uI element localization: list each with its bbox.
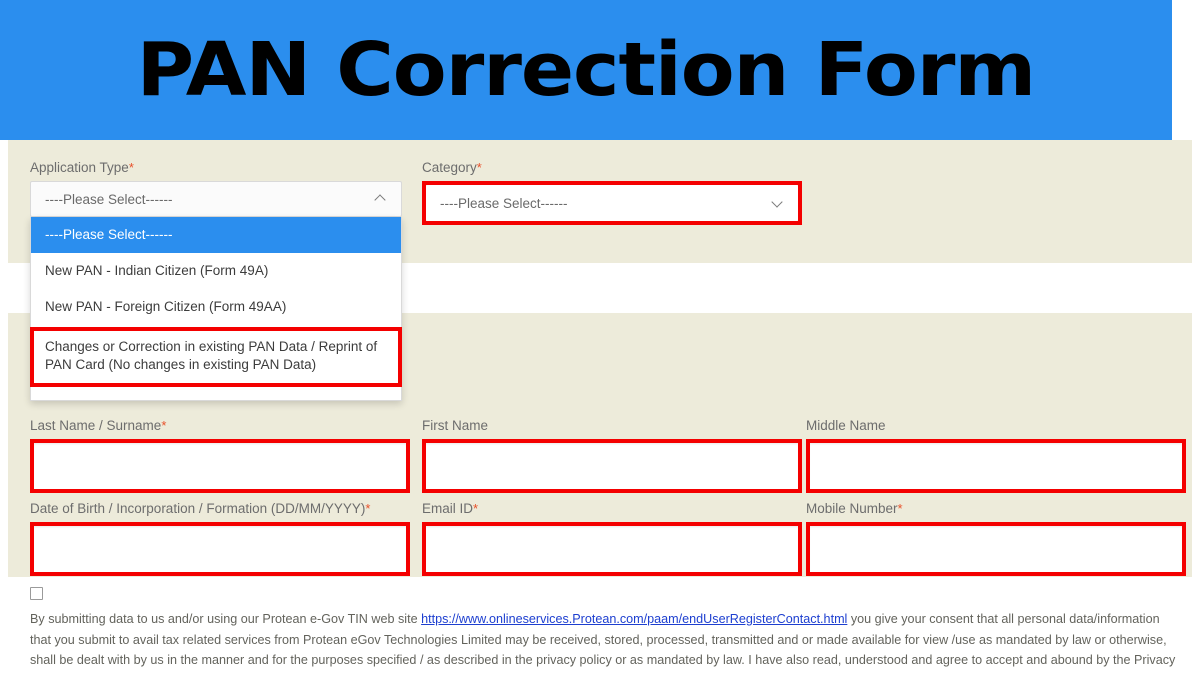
required-marker: * [161, 418, 167, 433]
dropdown-option-changes-or-correction[interactable]: Changes or Correction in existing PAN Da… [30, 327, 402, 387]
category-label-text: Category [422, 160, 477, 175]
application-type-label-text: Application Type [30, 160, 129, 175]
consent-checkbox[interactable] [30, 587, 43, 600]
required-marker: * [476, 160, 482, 175]
application-type-dropdown-list[interactable]: ----Please Select------ New PAN - Indian… [30, 217, 402, 401]
field-application-type: Application Type* ----Please Select-----… [30, 160, 402, 401]
email-id-label-text: Email ID [422, 501, 474, 516]
first-name-highlight-box [422, 439, 802, 493]
mobile-number-input[interactable] [810, 526, 1182, 572]
page-header-banner: PAN Correction Form [0, 0, 1172, 140]
application-type-label: Application Type* [30, 160, 402, 176]
email-id-input[interactable] [426, 526, 798, 572]
page-title: PAN Correction Form [136, 27, 1037, 113]
consent-text: By submitting data to us and/or using ou… [30, 609, 1178, 675]
date-of-birth-label-text: Date of Birth / Incorporation / Formatio… [30, 501, 366, 516]
field-last-name: Last Name / Surname* [30, 418, 410, 493]
mobile-number-highlight-box [806, 522, 1186, 576]
middle-name-highlight-box [806, 439, 1186, 493]
chevron-up-icon[interactable] [376, 194, 387, 205]
middle-name-label-text: Middle Name [806, 418, 886, 433]
last-name-label: Last Name / Surname* [30, 418, 410, 434]
middle-name-label: Middle Name [806, 418, 1186, 434]
first-name-label-text: First Name [422, 418, 489, 433]
chevron-down-icon[interactable] [773, 198, 784, 209]
dropdown-option-please-select[interactable]: ----Please Select------ [31, 217, 401, 253]
mobile-number-label-text: Mobile Number [806, 501, 898, 516]
category-selected-value: ----Please Select------ [440, 195, 568, 211]
email-id-label: Email ID* [422, 501, 802, 517]
last-name-label-text: Last Name / Surname [30, 418, 162, 433]
consent-text-part-1: By submitting data to us and/or using ou… [30, 612, 422, 626]
required-marker: * [473, 501, 479, 516]
category-label: Category* [422, 160, 802, 176]
consent-link-registration[interactable]: https://www.onlineservices.Protean.com/p… [421, 612, 847, 626]
required-marker: * [897, 501, 903, 516]
middle-name-input[interactable] [810, 443, 1182, 489]
first-name-label: First Name [422, 418, 802, 434]
field-mobile-number: Mobile Number* [806, 501, 1186, 576]
date-of-birth-highlight-box [30, 522, 410, 576]
required-marker: * [128, 160, 134, 175]
email-id-highlight-box [422, 522, 802, 576]
field-first-name: First Name [422, 418, 802, 493]
category-select[interactable]: ----Please Select------ [426, 185, 798, 221]
dropdown-option-new-pan-foreign[interactable]: New PAN - Foreign Citizen (Form 49AA) [31, 289, 401, 325]
first-name-input[interactable] [426, 443, 798, 489]
application-type-select[interactable]: ----Please Select------ [30, 181, 402, 217]
dropdown-option-new-pan-indian[interactable]: New PAN - Indian Citizen (Form 49A) [31, 253, 401, 289]
date-of-birth-input[interactable] [34, 526, 406, 572]
required-marker: * [365, 501, 371, 516]
consent-block: By submitting data to us and/or using ou… [30, 587, 1180, 675]
field-email-id: Email ID* [422, 501, 802, 576]
last-name-input[interactable] [34, 443, 406, 489]
field-category: Category* ----Please Select------ [422, 160, 802, 225]
form-area: Application Type* ----Please Select-----… [8, 140, 1192, 675]
field-date-of-birth: Date of Birth / Incorporation / Formatio… [30, 501, 410, 576]
last-name-highlight-box [30, 439, 410, 493]
category-highlight-box: ----Please Select------ [422, 181, 802, 225]
field-middle-name: Middle Name [806, 418, 1186, 493]
date-of-birth-label: Date of Birth / Incorporation / Formatio… [30, 501, 410, 517]
mobile-number-label: Mobile Number* [806, 501, 1186, 517]
application-type-selected-value: ----Please Select------ [45, 191, 173, 207]
